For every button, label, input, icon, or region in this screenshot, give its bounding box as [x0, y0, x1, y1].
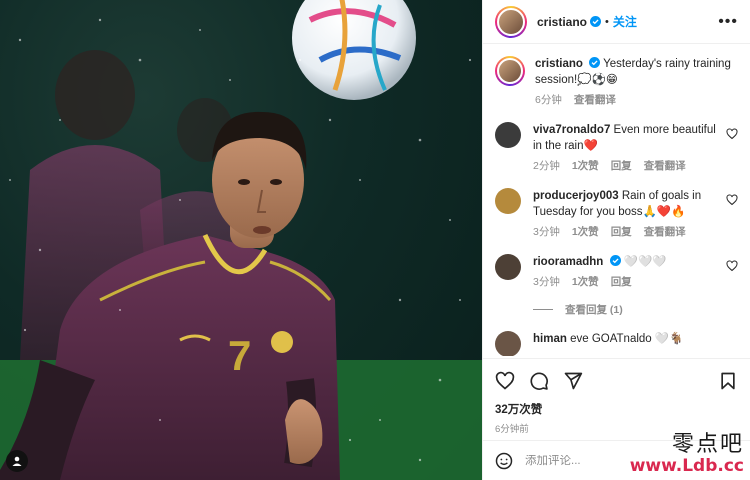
caption-time: 6分钟 [535, 94, 562, 106]
save-bookmark-icon[interactable] [718, 371, 738, 391]
club-crest [271, 331, 293, 353]
reply-button[interactable]: 回复 [611, 158, 632, 174]
verified-badge-icon [590, 16, 602, 27]
comments-list[interactable]: cristiano Yesterday's rainy training ses… [483, 44, 750, 356]
comment-item: viva7ronaldo7 Even more beautiful in the… [495, 122, 738, 174]
comment-input[interactable] [525, 454, 738, 467]
comment-username[interactable]: riooramadhn [533, 256, 603, 268]
user-icon [12, 456, 22, 466]
post-photo[interactable]: 7 [0, 0, 482, 480]
verified-badge-icon [589, 57, 601, 68]
share-send-icon[interactable] [563, 371, 583, 391]
comment-item: riooramadhn 🤍🤍🤍 3分钟 1次赞 回复 [495, 254, 738, 290]
caption-username[interactable]: cristiano [535, 58, 583, 70]
comment-time: 2分钟 [533, 160, 560, 172]
post-side-panel: cristiano • 关注 ••• cristiano Yesterday's… [482, 0, 750, 480]
comment-item: producerjoy003 Rain of goals in Tuesday … [495, 188, 738, 240]
caption: cristiano Yesterday's rainy training ses… [495, 56, 738, 108]
post-header: cristiano • 关注 ••• [483, 0, 750, 44]
comment-username[interactable]: himan [533, 333, 567, 345]
reply-button[interactable]: 回复 [611, 224, 632, 240]
commenter-avatar[interactable] [495, 331, 521, 356]
comment-likes[interactable]: 1次赞 [572, 274, 599, 290]
like-comment-heart-icon[interactable] [726, 194, 738, 206]
comment-item: himan eve GOATnaldo 🤍🐐 [495, 331, 738, 356]
caption-avatar[interactable] [495, 56, 525, 86]
caption-translate-link[interactable]: 查看翻译 [574, 92, 616, 108]
comment-time: 3分钟 [533, 226, 560, 238]
replies-divider [533, 309, 553, 310]
comment-username[interactable]: viva7ronaldo7 [533, 124, 610, 136]
comment-text: 🤍🤍🤍 [623, 256, 667, 268]
comment-likes[interactable]: 1次赞 [572, 224, 599, 240]
reply-button[interactable]: 回复 [611, 274, 632, 290]
likes-count[interactable]: 32万次赞 [495, 401, 738, 417]
like-comment-heart-icon[interactable] [726, 128, 738, 140]
view-replies-label: 查看回复 (1) [565, 304, 623, 316]
emoji-icon[interactable] [495, 452, 513, 470]
add-comment-bar [483, 440, 750, 480]
commenter-avatar[interactable] [495, 122, 521, 148]
commenter-avatar[interactable] [495, 254, 521, 280]
follow-button[interactable]: 关注 [613, 13, 637, 30]
comment-bubble-icon[interactable] [529, 371, 549, 391]
tagged-users-button[interactable] [6, 450, 28, 472]
photo-scene: 7 [0, 0, 482, 480]
comment-text: eve GOATnaldo 🤍🐐 [570, 333, 684, 345]
translate-link[interactable]: 查看翻译 [644, 224, 686, 240]
translate-link[interactable]: 查看翻译 [644, 158, 686, 174]
view-replies-button[interactable]: 查看回复 (1) [533, 302, 738, 317]
comment-likes[interactable]: 1次赞 [572, 158, 599, 174]
verified-badge-icon [609, 255, 621, 266]
author-username[interactable]: cristiano [537, 15, 587, 29]
separator-dot: • [605, 15, 609, 28]
post-actions: 32万次赞 6分钟前 [483, 358, 750, 435]
like-comment-heart-icon[interactable] [726, 260, 738, 272]
commenter-avatar[interactable] [495, 188, 521, 214]
jersey-number: 7 [228, 332, 251, 379]
like-heart-icon[interactable] [495, 371, 515, 391]
post-timestamp: 6分钟前 [495, 424, 529, 435]
comment-username[interactable]: producerjoy003 [533, 190, 619, 202]
more-options-icon[interactable]: ••• [718, 13, 738, 30]
comment-time: 3分钟 [533, 276, 560, 288]
author-avatar[interactable] [495, 5, 527, 38]
